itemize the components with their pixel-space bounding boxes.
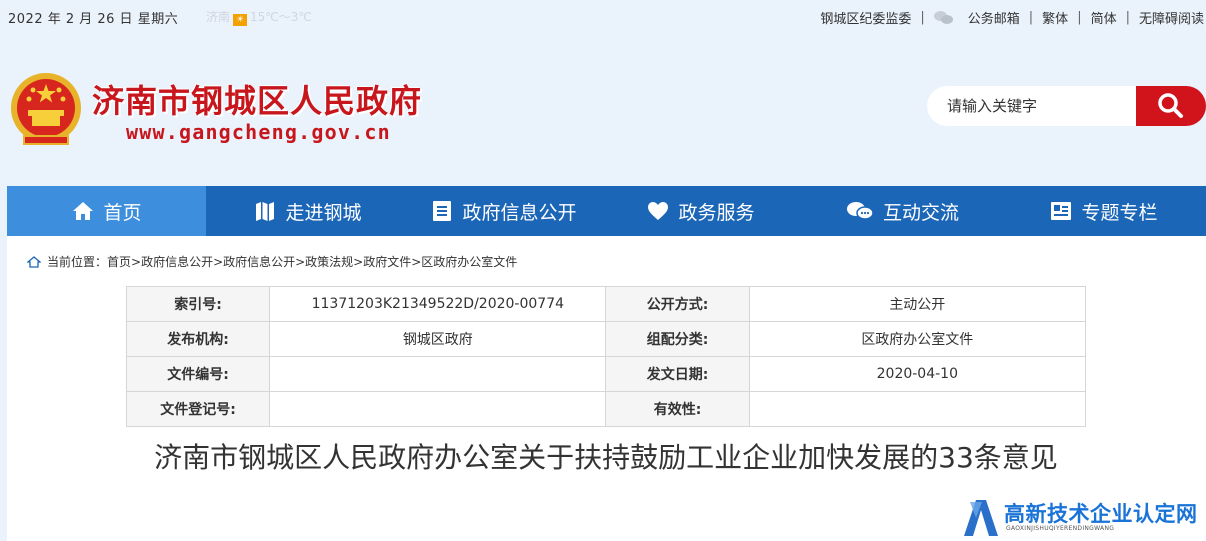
nav-item-about[interactable]: 走进钢城 [206,186,409,236]
chat-bubbles-icon [846,202,874,220]
watermark-title: 高新技术企业认定网 [1004,502,1198,526]
site-header: 济南市钢城区人民政府 www.gangcheng.gov.cn [0,34,1206,186]
site-url: www.gangcheng.gov.cn [126,120,391,144]
index-number-value: 11371203K21349522D/2020-00774 [269,286,607,322]
accessible-reading-link[interactable]: 无障碍阅读 [1139,8,1204,27]
nav-item-services[interactable]: 政务服务 [598,186,803,236]
nav-item-home[interactable]: 首页 [7,186,206,236]
site-title: 济南市钢城区人民政府 [92,82,423,120]
issue-date-value: 2020-04-10 [748,356,1087,392]
nav-item-label: 政府信息公开 [462,201,577,224]
sun-icon: ☀ [233,14,248,26]
index-number-label: 索引号: [125,286,271,322]
document-title: 济南市钢城区人民政府办公室关于扶持鼓励工业企业加快发展的33条意见 [154,441,1058,474]
document-number-value [269,356,607,392]
document-meta-table: 索引号: 11371203K21349522D/2020-00774 公开方式:… [125,286,1087,427]
watermark: 高新技术企业认定网 GAOXINJISHUQIYERENDINGWANG [960,494,1206,541]
search-icon [1158,92,1183,118]
registration-number-label: 文件登记号: [125,391,271,427]
news-icon [1051,202,1072,220]
nav-item-label: 走进钢城 [285,201,362,224]
top-links: 钢城区纪委监委 | 公务邮箱 | 繁体 | 简体 | 无障碍阅读 [820,8,1204,27]
breadcrumb-prefix: 当前位置： [47,255,108,269]
search-button[interactable] [1136,86,1206,126]
nav-item-info-disclosure[interactable]: 政府信息公开 [409,186,598,236]
nav-item-special-topics[interactable]: 专题专栏 [1001,186,1206,236]
watermark-logo-icon [964,500,998,536]
nav-item-label: 专题专栏 [1081,201,1158,224]
category-label: 组配分类: [605,321,750,357]
nav-item-label: 互动交流 [882,201,959,224]
table-row: 发布机构: 钢城区政府 组配分类: 区政府办公室文件 [125,321,1087,357]
breadcrumb: 当前位置： 首页>政府信息公开>政府信息公开>政策法规>政府文件>区政府办公室文… [27,253,517,270]
disclosure-method-label: 公开方式: [605,286,750,322]
home-icon [27,255,41,268]
national-emblem-icon [11,73,81,145]
traditional-chinese-link[interactable]: 繁体 [1042,8,1068,27]
watermark-subtitle: GAOXINJISHUQIYERENDINGWANG [1006,525,1115,532]
table-row: 索引号: 11371203K21349522D/2020-00774 公开方式:… [125,286,1087,322]
weather-temp: 15℃～3℃ [250,10,312,24]
current-date: 2022 年 2 月 26 日 星期六 [8,12,179,27]
discipline-link[interactable]: 钢城区纪委监委 [820,8,911,27]
home-icon [73,202,94,220]
weather-city: 济南 [206,10,231,24]
simplified-chinese-link[interactable]: 简体 [1091,8,1117,27]
nav-item-interaction[interactable]: 互动交流 [803,186,1001,236]
disclosure-method-value: 主动公开 [748,286,1087,322]
document-list-icon [433,201,452,221]
search-input[interactable] [927,86,1137,126]
table-row: 文件编号: 发文日期: 2020-04-10 [125,356,1087,392]
publisher-value: 钢城区政府 [269,321,607,357]
validity-label: 有效性: [605,391,750,427]
document-number-label: 文件编号: [125,356,271,392]
weather: 济南 ☀ 15℃～3℃ [206,8,312,26]
nav-item-label: 政务服务 [678,201,755,224]
validity-value [748,391,1087,427]
map-icon [256,202,275,221]
category-value: 区政府办公室文件 [748,321,1087,357]
wechat-icon[interactable] [933,10,954,25]
mailbox-link[interactable]: 公务邮箱 [968,8,1020,27]
registration-number-value [269,391,607,427]
nav-item-label: 首页 [103,201,142,224]
publisher-label: 发布机构: [125,321,271,357]
main-nav: 首页 走进钢城 政府信息公开 政务服务 互动交流 专题专栏 [7,186,1206,236]
table-row: 文件登记号: 有效性: [125,391,1087,427]
heart-icon [648,202,669,220]
breadcrumb-path[interactable]: 首页>政府信息公开>政府信息公开>政策法规>政府文件>区政府办公室文件 [107,253,517,270]
issue-date-label: 发文日期: [605,356,750,392]
top-bar: 2022 年 2 月 26 日 星期六 济南 ☀ 15℃～3℃ 钢城区纪委监委 | … [0,0,1206,34]
